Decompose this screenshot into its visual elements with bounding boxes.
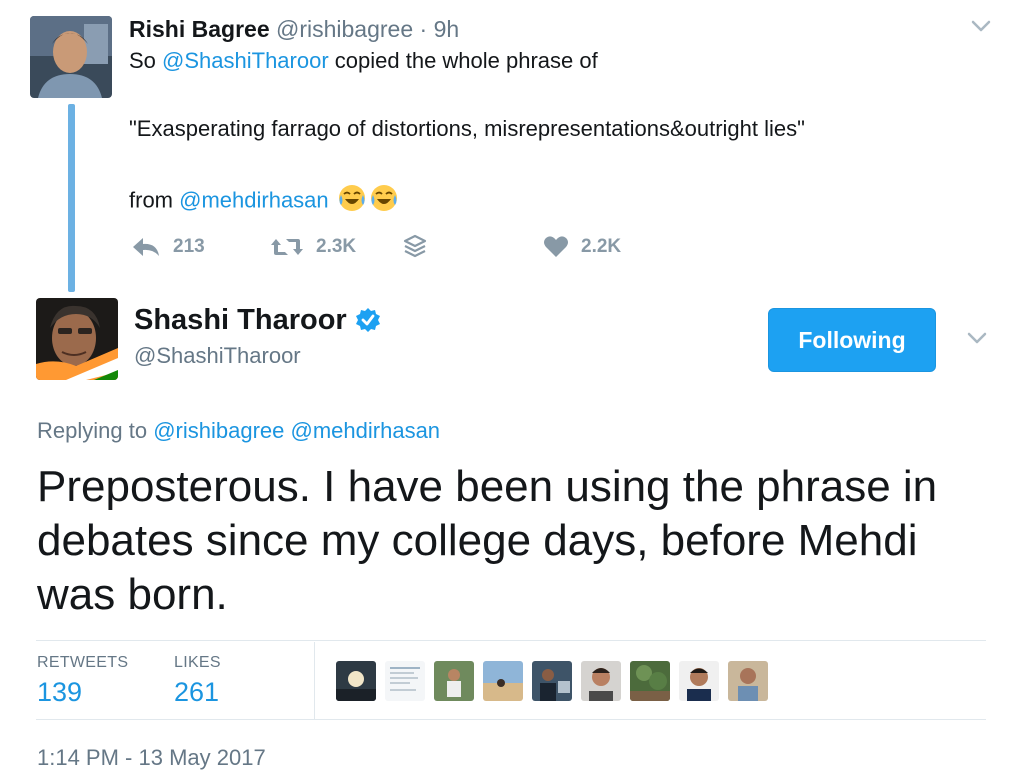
divider — [314, 642, 315, 719]
chevron-down-icon[interactable] — [966, 330, 988, 346]
tears-of-joy-emoji — [369, 183, 399, 220]
liker-avatar[interactable] — [385, 661, 425, 701]
reply-mention-link[interactable]: @mehdirhasan — [291, 418, 441, 443]
parent-tweet-time[interactable]: 9h — [434, 16, 460, 42]
liker-avatar[interactable] — [532, 661, 572, 701]
liker-avatar[interactable] — [679, 661, 719, 701]
likes-value: 261 — [174, 677, 220, 707]
parent-author-handle[interactable]: @rishibagree — [276, 16, 413, 42]
retweets-stat[interactable]: RETWEETS 139 — [37, 653, 128, 709]
retweet-count: 2.3K — [316, 236, 357, 257]
like-count: 2.2K — [581, 236, 622, 257]
parent-avatar[interactable] — [30, 16, 112, 98]
main-avatar[interactable] — [36, 298, 118, 380]
reply-button[interactable]: 213 — [131, 232, 205, 262]
thread-line — [68, 104, 75, 292]
text-fragment: copied the whole phrase of — [328, 48, 598, 73]
tweet-text: Preposterous. I have been using the phra… — [37, 462, 938, 619]
replying-label: Replying to — [37, 418, 148, 443]
stack-button[interactable] — [403, 232, 439, 262]
text-fragment: So — [129, 48, 163, 73]
replying-to: Replying to @rishibagree @mehdirhasan — [37, 417, 440, 445]
chevron-down-icon[interactable] — [970, 18, 992, 34]
parent-text-line-1: So @ShashiTharoor copied the whole phras… — [129, 47, 598, 75]
following-button[interactable]: Following — [768, 308, 936, 372]
parent-tweet-header: Rishi Bagree @rishibagree · 9h — [129, 15, 459, 43]
reply-icon — [133, 238, 159, 256]
retweet-icon — [271, 239, 303, 255]
parent-text-line-2: "Exasperating farrago of distortions, mi… — [129, 116, 805, 141]
retweets-value: 139 — [37, 677, 83, 707]
verified-icon — [355, 308, 380, 332]
text-fragment: from — [129, 187, 180, 213]
tears-of-joy-emoji — [337, 183, 367, 220]
liker-avatar[interactable] — [434, 661, 474, 701]
like-button[interactable]: 2.2K — [543, 232, 621, 262]
parent-author-name[interactable]: Rishi Bagree — [129, 16, 270, 42]
main-author-name[interactable]: Shashi Tharoor — [134, 303, 381, 337]
author-name-text: Shashi Tharoor — [134, 304, 347, 336]
liker-avatar[interactable] — [630, 661, 670, 701]
liker-avatar[interactable] — [581, 661, 621, 701]
stack-icon — [403, 234, 427, 258]
divider — [36, 640, 986, 641]
mention-link[interactable]: @mehdirhasan — [179, 187, 329, 212]
main-author-handle[interactable]: @ShashiTharoor — [134, 342, 301, 370]
likes-label: LIKES — [174, 654, 221, 671]
likes-stat[interactable]: LIKES 261 — [174, 653, 221, 709]
reply-count: 213 — [173, 236, 205, 257]
mention-link[interactable]: @ShashiTharoor — [162, 48, 329, 73]
liker-avatar[interactable] — [336, 661, 376, 701]
tweet-timestamp[interactable]: 1:14 PM - 13 May 2017 — [37, 744, 266, 772]
retweets-label: RETWEETS — [37, 654, 129, 671]
heart-icon — [544, 236, 568, 257]
reply-mention-link[interactable]: @rishibagree — [153, 418, 284, 443]
divider — [36, 719, 986, 720]
liker-avatar[interactable] — [728, 661, 768, 701]
separator-dot: · — [419, 16, 428, 42]
parent-text-line-3: from @mehdirhasan — [129, 183, 399, 220]
liker-avatar[interactable] — [483, 661, 523, 701]
retweet-button[interactable]: 2.3K — [270, 232, 356, 262]
